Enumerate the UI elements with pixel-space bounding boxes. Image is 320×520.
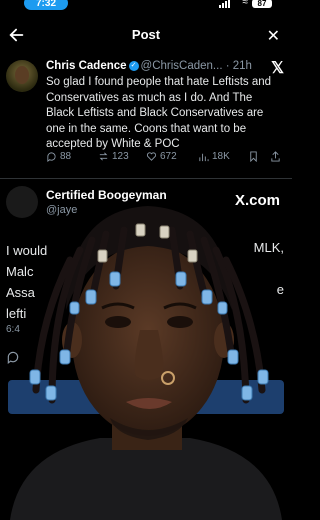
post-header: Post ✕ [0, 24, 292, 48]
reply-icon [47, 152, 56, 162]
verified-badge-icon: ✓ [128, 60, 139, 71]
reply-button[interactable]: 88 [46, 151, 71, 162]
person-video-overlay [10, 206, 282, 520]
status-bar: 7:32 ≈ 87 [0, 0, 292, 14]
author-handle[interactable]: @ChrisCaden... [141, 60, 223, 72]
repost-button[interactable]: 123 [98, 151, 129, 162]
post-actions: 88 123 672 18K [46, 151, 282, 165]
post-age: 21h [232, 60, 252, 72]
close-icon[interactable]: ✕ [267, 26, 280, 46]
avatar[interactable] [6, 60, 38, 92]
signal-icon [219, 0, 230, 8]
reply-count: 88 [60, 151, 72, 162]
divider [0, 178, 292, 179]
share-icon[interactable] [270, 151, 281, 162]
status-time: 7:32 [24, 0, 68, 10]
post-meta: Chris Cadence ✓ @ChrisCaden... · 21h [46, 60, 252, 72]
repost-count: 123 [112, 151, 129, 162]
like-count: 672 [160, 151, 177, 162]
bookmark-icon[interactable] [248, 151, 259, 162]
repost-icon [99, 152, 108, 161]
post-text: So glad I found people that hate Leftist… [46, 76, 272, 150]
wifi-icon: ≈ [242, 0, 249, 8]
battery-indicator: 87 [252, 0, 272, 8]
like-button[interactable]: 672 [146, 151, 177, 162]
views-button[interactable]: 18K [198, 151, 230, 162]
author-name[interactable]: Chris Cadence [46, 60, 127, 72]
views-icon [199, 153, 209, 162]
heart-icon [146, 152, 157, 161]
view-count: 18K [212, 151, 230, 162]
page-title: Post [131, 27, 161, 42]
